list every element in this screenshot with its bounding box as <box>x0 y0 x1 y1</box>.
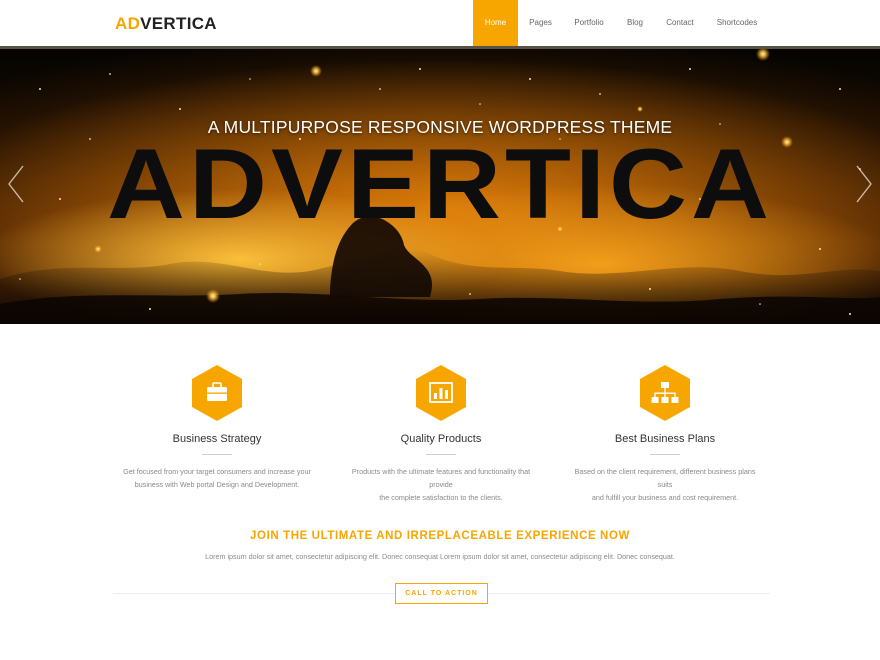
cta-heading: JOIN THE ULTIMATE AND IRREPLACEABLE EXPE… <box>250 530 630 542</box>
nav-item-pages[interactable]: Pages <box>518 0 563 46</box>
nav-item-blog[interactable]: Blog <box>615 0 655 46</box>
feature-title: Business Strategy <box>172 433 262 445</box>
chevron-left-icon[interactable] <box>6 164 26 204</box>
sitemap-icon <box>640 365 690 421</box>
nav-item-portfolio[interactable]: Portfolio <box>563 0 615 46</box>
feature-title: Best Business Plans <box>614 433 716 445</box>
feature-best-business-plans: Best Business Plans Based on the client … <box>555 364 775 504</box>
cta-divider-left <box>113 593 395 594</box>
feature-divider <box>426 454 456 455</box>
feature-description: Get focused from your target consumers a… <box>123 467 311 489</box>
hero-slider: A MULTIPURPOSE RESPONSIVE WORDPRESS THEM… <box>0 49 880 324</box>
briefcase-icon <box>192 365 242 421</box>
nav-item-home[interactable]: Home <box>473 0 518 46</box>
site-header: ADVERTICA Home Pages Portfolio Blog Cont… <box>0 0 880 46</box>
feature-divider <box>202 454 232 455</box>
cta-text: Lorem ipsum dolor sit amet, consectetur … <box>205 552 675 561</box>
feature-description: Based on the client requirement, differe… <box>574 467 756 502</box>
feature-divider <box>650 454 680 455</box>
hero-title: ADVERTICA <box>106 127 774 240</box>
site-logo[interactable]: ADVERTICA <box>115 14 217 34</box>
nav-item-shortcodes[interactable]: Shortcodes <box>705 0 769 46</box>
logo-accent: AD <box>115 14 141 33</box>
feature-description: Products with the ultimate features and … <box>351 467 531 502</box>
cta-divider-right <box>488 593 770 594</box>
main-nav: Home Pages Portfolio Blog Contact Shortc… <box>473 0 769 46</box>
call-to-action-button[interactable]: CALL TO ACTION <box>395 583 488 604</box>
feature-business-strategy: Business Strategy Get focused from your … <box>107 364 327 491</box>
feature-title: Quality Products <box>400 433 482 445</box>
chevron-right-icon[interactable] <box>854 164 874 204</box>
bar-chart-icon <box>416 365 466 421</box>
logo-rest: VERTICA <box>140 14 217 33</box>
nav-item-contact[interactable]: Contact <box>655 0 705 46</box>
feature-quality-products: Quality Products Products with the ultim… <box>331 364 551 504</box>
